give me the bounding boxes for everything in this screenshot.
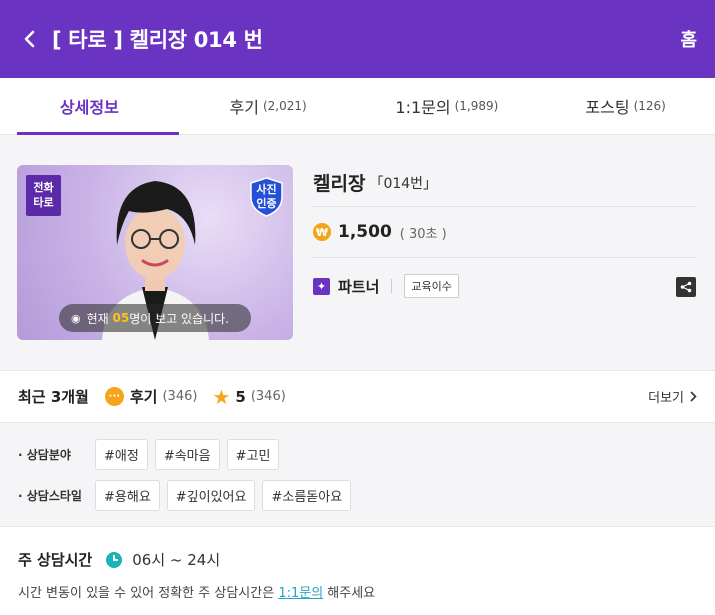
tag[interactable]: #속마음 — [154, 438, 220, 470]
tab-label: 포스팅 — [585, 98, 630, 117]
badge-text: 사진 인증 — [256, 183, 277, 210]
tag-row-label: · 상담스타일 — [18, 488, 82, 503]
counselor-name: 켈리장 — [313, 173, 366, 195]
education-badge: 교육이수 — [404, 274, 459, 298]
tag-row-label: · 상담분야 — [18, 447, 71, 462]
viewers-pill: ◉ 현재 05 명이 보고 있습니다. — [59, 304, 251, 332]
tag[interactable]: #고민 — [226, 438, 280, 470]
tab-posting[interactable]: 포스팅 (126) — [536, 78, 715, 134]
inquiry-link[interactable]: 1:1문의 — [278, 586, 323, 601]
chevron-right-icon — [690, 391, 697, 402]
tag[interactable]: #소름돋아요 — [262, 479, 352, 511]
note-prefix: 시간 변동이 있을 수 있어 정확한 주 상담시간은 — [18, 586, 279, 601]
tab-count: (2,021) — [262, 99, 307, 113]
tab-reviews[interactable]: 후기 (2,021) — [179, 78, 358, 134]
divider — [391, 279, 393, 293]
tab-details[interactable]: 상세정보 — [0, 78, 179, 135]
counselor-photo: 전화 타로 사진 인증 ◉ 현재 05 명이 보고 있습니다. — [17, 165, 293, 340]
verified-photo-badge: 사진 인증 — [250, 177, 283, 217]
chat-bubble-icon: ··· — [104, 387, 124, 406]
rating-count: (346) — [250, 389, 286, 404]
tab-label: 후기 — [229, 98, 259, 117]
top-bar: [ 타로 ] 켈리장 014 번 홈 — [0, 0, 715, 78]
sparkle-icon: ✦ — [313, 277, 330, 295]
more-button[interactable]: 더보기 — [648, 387, 697, 406]
note-suffix: 해주세요 — [323, 586, 376, 601]
partner-row: ✦ 파트너 교육이수 — [313, 258, 696, 314]
price-value: 1,500 — [338, 222, 392, 242]
viewers-suffix: 명이 보고 있습니다. — [129, 311, 229, 326]
badge-text: 전화 타로 — [33, 181, 54, 209]
hours-row: 주 상담시간 06시 ~ 24시 — [18, 549, 697, 570]
viewers-count: 05 — [112, 311, 130, 325]
reviews-summary: 최근 3개월 ··· 후기 (346) ★ 5 (346) 더보기 — [0, 371, 715, 423]
clock-icon — [106, 551, 123, 568]
hours-value: 06시 ~ 24시 — [132, 551, 221, 569]
chevron-left-icon — [24, 30, 35, 48]
rating-value: 5 — [235, 387, 246, 406]
tags-section: · 상담분야 #애정 #속마음 #고민 · 상담스타일 #용해요 #깊이있어요 … — [0, 423, 715, 527]
star-icon: ★ — [212, 384, 231, 409]
phone-tarot-badge: 전화 타로 — [26, 175, 61, 216]
tag[interactable]: #깊이있어요 — [166, 479, 256, 511]
review-label: 후기 — [129, 388, 158, 406]
tab-bar: 상세정보 후기 (2,021) 1:1문의 (1,989) 포스팅 (126) — [0, 78, 715, 135]
counselor-code: 「014번」 — [369, 176, 438, 192]
hours-note: 시간 변동이 있을 수 있어 정확한 주 상담시간은 1:1문의 해주세요 — [18, 582, 697, 601]
reviews-period: 최근 3개월 — [18, 388, 89, 406]
tab-count: (126) — [633, 99, 666, 113]
tab-count: (1,989) — [454, 99, 499, 113]
page-title: [ 타로 ] 켈리장 014 번 — [52, 28, 263, 52]
price-row: ₩ 1,500 ( 30초 ) — [313, 207, 696, 258]
viewers-prefix: 현재 — [86, 311, 109, 326]
profile-section: 전화 타로 사진 인증 ◉ 현재 05 명이 보고 있습니다. 켈리장 「014번… — [0, 135, 715, 371]
tag[interactable]: #애정 — [95, 438, 148, 470]
consult-field-row: · 상담분야 #애정 #속마음 #고민 — [18, 438, 697, 470]
counselor-info: 켈리장 「014번」 ₩ 1,500 ( 30초 ) ✦ 파트너 교육이수 — [313, 165, 696, 314]
consult-style-row: · 상담스타일 #용해요 #깊이있어요 #소름돋아요 — [18, 479, 697, 511]
tab-inquiry[interactable]: 1:1문의 (1,989) — [358, 78, 537, 134]
price-unit: ( 30초 ) — [399, 226, 447, 242]
hours-title: 주 상담시간 — [18, 551, 93, 569]
more-label: 더보기 — [648, 391, 684, 406]
coin-icon: ₩ — [313, 223, 331, 241]
back-button[interactable] — [18, 28, 40, 50]
tab-label: 1:1문의 — [395, 98, 451, 117]
tab-label: 상세정보 — [59, 98, 119, 117]
name-row: 켈리장 「014번」 — [313, 165, 696, 207]
review-count: (346) — [162, 389, 198, 404]
share-icon — [680, 281, 692, 293]
share-button[interactable] — [676, 277, 696, 297]
partner-label: 파트너 — [338, 277, 380, 296]
tag[interactable]: #용해요 — [95, 479, 160, 511]
eye-icon: ◉ — [71, 311, 81, 325]
hours-section: 주 상담시간 06시 ~ 24시 시간 변동이 있을 수 있어 정확한 주 상담… — [0, 527, 715, 601]
home-button[interactable]: 홈 — [680, 26, 697, 52]
